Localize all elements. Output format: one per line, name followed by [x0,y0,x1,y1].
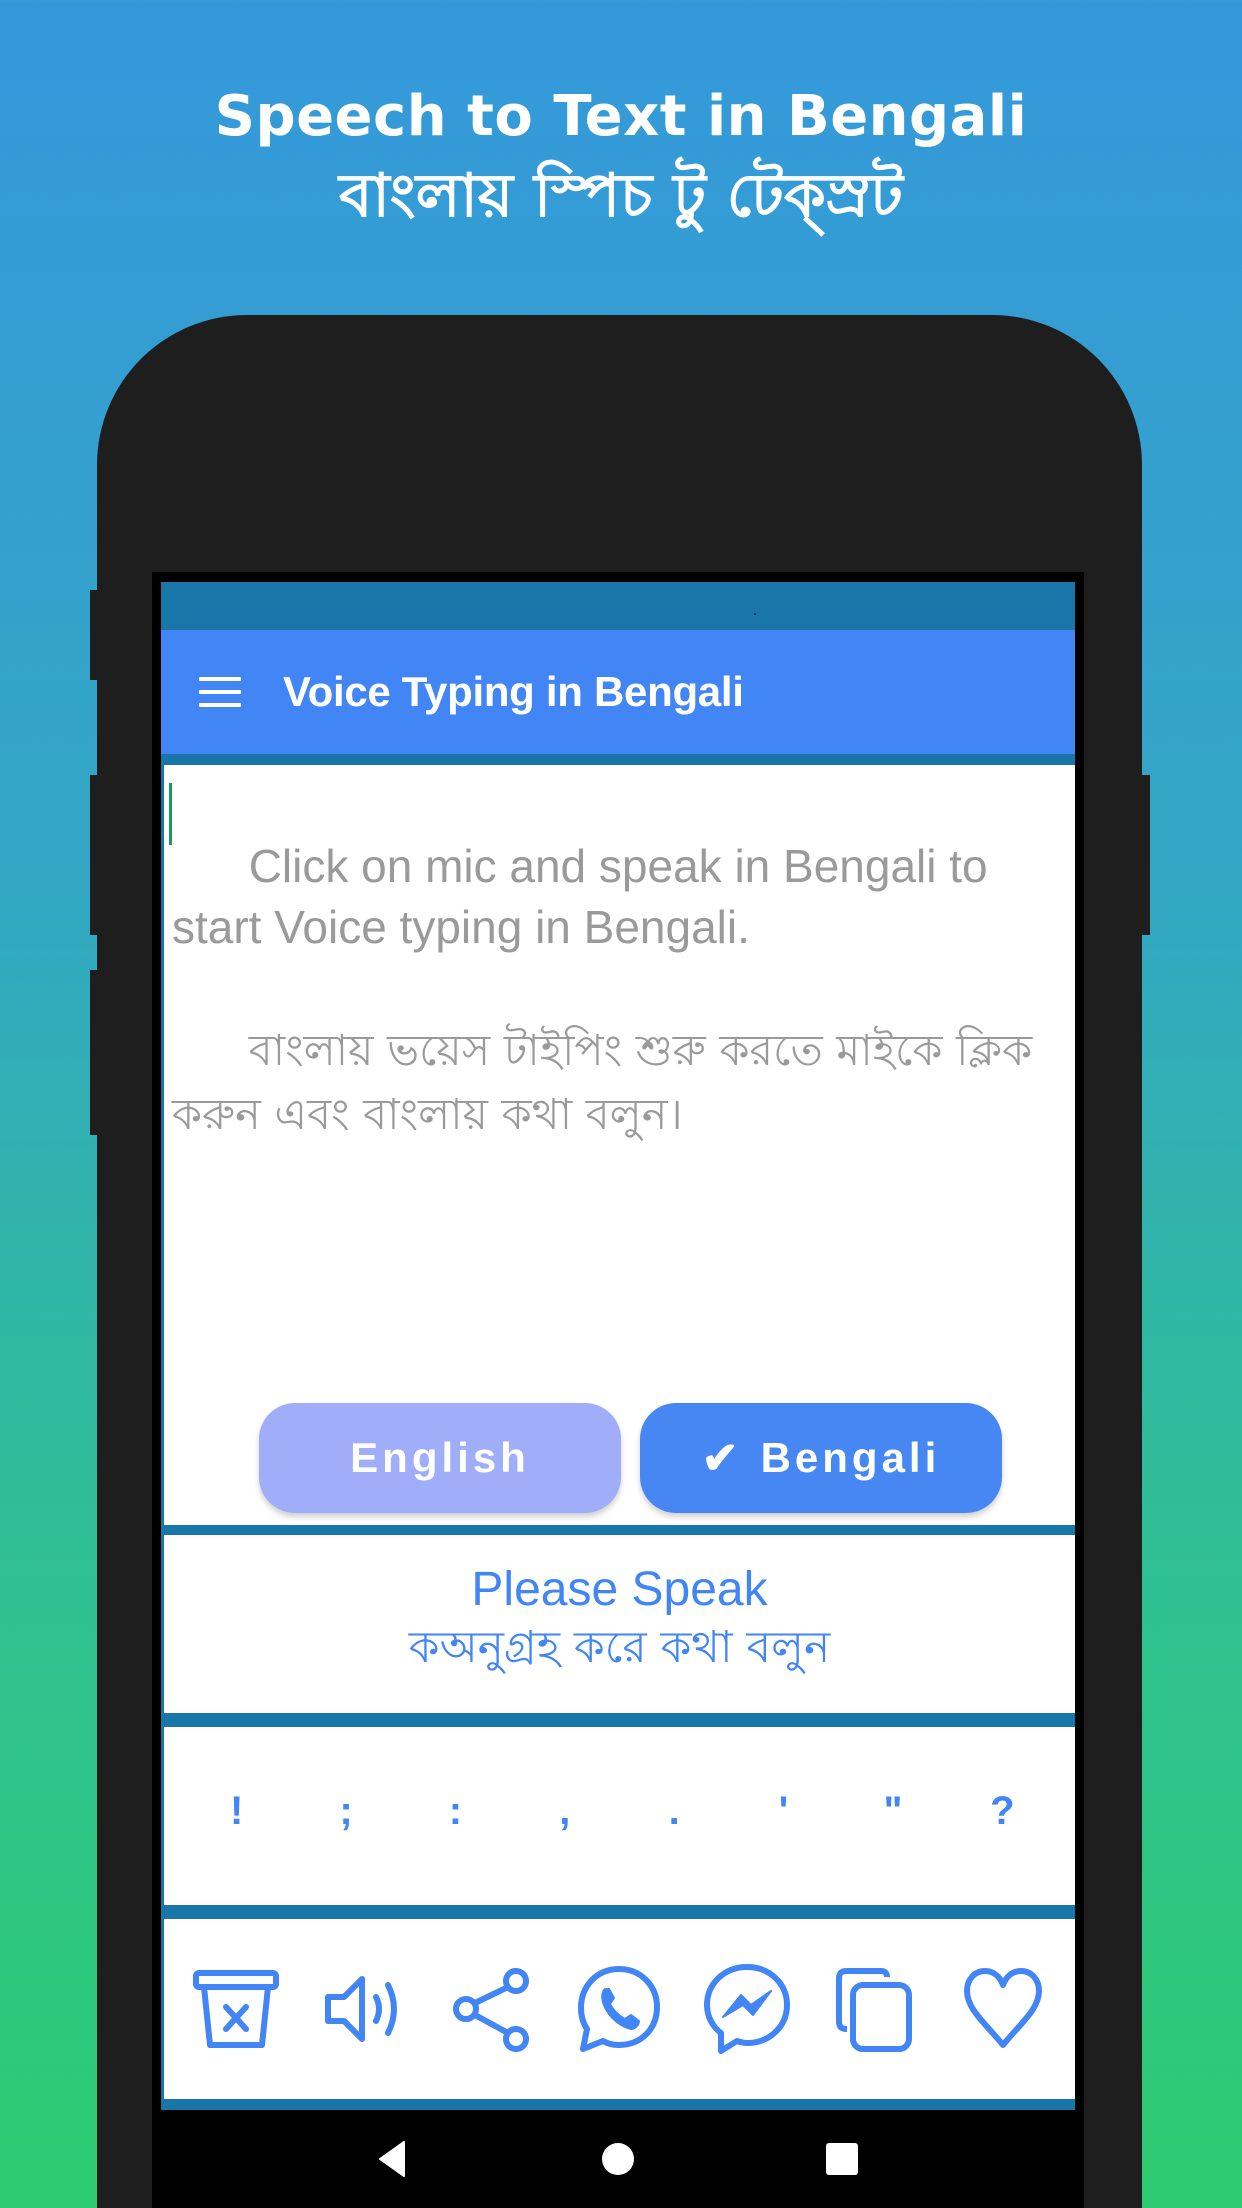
english-language-button[interactable]: English [259,1403,621,1513]
hamburger-menu-icon[interactable] [199,677,241,707]
status-bar [161,582,1075,630]
promo-title-english: Speech to Text in Bengali [214,84,1028,149]
android-nav-bar [152,2110,1084,2208]
recents-icon [826,2143,858,2175]
placeholder-english: Click on mic and speak in Bengali to sta… [172,840,1001,953]
punct-period-button[interactable]: . [644,1789,704,1834]
messenger-icon [704,1964,791,2054]
language-selector: English ✔ Bengali [164,1403,1075,1515]
whatsapp-button[interactable] [571,1961,667,2057]
divider [161,2100,1075,2108]
bengali-language-button[interactable]: ✔ Bengali [640,1403,1002,1513]
checkmark-icon: ✔ [701,1433,743,1483]
bengali-label: Bengali [760,1434,941,1481]
punctuation-bar: ! ; : , . ' " ? [164,1727,1075,1905]
action-toolbar [164,1919,1075,2099]
speech-status-panel: Please Speak কঅনুগ্রহ করে কথা বলুন [164,1535,1075,1713]
share-icon [452,1968,529,2052]
punct-quote-button[interactable]: " [863,1789,923,1834]
punct-question-button[interactable]: ? [972,1789,1032,1834]
favorite-button[interactable] [955,1961,1051,2057]
home-icon [602,2143,634,2175]
copy-icon [836,1968,913,2052]
divider [161,1715,1075,1727]
punct-colon-button[interactable]: : [425,1789,485,1834]
speaker-icon [324,1976,397,2042]
punct-semicolon-button[interactable]: ; [316,1789,376,1834]
divider [161,1907,1075,1919]
placeholder-bengali: বাংলায় ভয়েস টাইপিং শুরু করতে মাইকে ক্ল… [172,1026,1046,1140]
punct-comma-button[interactable]: , [535,1789,595,1834]
share-button[interactable] [444,1961,540,2057]
app-title: Voice Typing in Bengali [283,668,744,715]
punct-apostrophe-button[interactable]: ' [754,1789,814,1834]
clear-text-icon [192,1970,279,2048]
nav-recents-button[interactable] [812,2129,872,2189]
favorite-icon [963,1968,1042,2048]
promo-title-bengali: বাংলায় স্পিচ টু টেক্স্রট [339,161,903,231]
promo-header: Speech to Text in Bengali বাংলায় স্পিচ … [0,78,1242,236]
back-icon [379,2141,405,2177]
app-screen: Voice Typing in Bengali Click on mic and… [161,582,1075,2112]
clear-button[interactable] [188,1961,284,2057]
whatsapp-icon [578,1966,661,2052]
divider [161,1525,1075,1535]
status-text-bengali: কঅনুগ্রহ করে কথা বলুন [408,1622,831,1673]
nav-back-button[interactable] [364,2129,424,2189]
status-text-english: Please Speak [471,1563,768,1616]
app-bar: Voice Typing in Bengali [161,630,1075,754]
copy-button[interactable] [827,1961,923,2057]
voice-text-input[interactable]: Click on mic and speak in Bengali to sta… [172,775,1055,1395]
camera-dot [754,613,756,615]
nav-home-button[interactable] [588,2129,648,2189]
english-label: English [350,1434,530,1481]
messenger-button[interactable] [699,1961,795,2057]
editor-panel: Click on mic and speak in Bengali to sta… [164,765,1075,1525]
punct-exclamation-button[interactable]: ! [207,1789,267,1834]
speak-button[interactable] [316,1961,412,2057]
